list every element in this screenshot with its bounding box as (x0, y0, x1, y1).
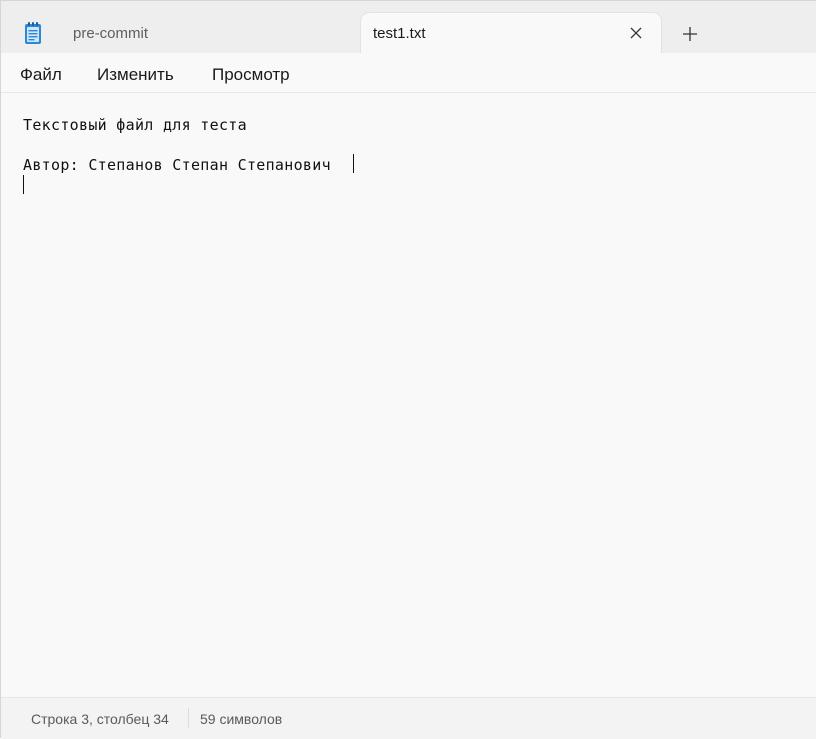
tab-label: pre-commit (73, 25, 149, 42)
text-editor[interactable]: Текстовый файл для теста Автор: Степанов… (1, 94, 816, 697)
close-icon[interactable] (627, 24, 645, 42)
tab-test1[interactable]: test1.txt (361, 13, 661, 54)
menu-file[interactable]: Файл (20, 65, 62, 85)
tab-pre-commit[interactable]: pre-commit (57, 13, 357, 53)
text-caret (353, 154, 354, 173)
tab-label: test1.txt (373, 25, 426, 42)
cursor-position: Строка 3, столбец 34 (31, 711, 169, 727)
notepad-window: pre-commit test1.txt Файл Изменить Просм… (0, 0, 816, 739)
menu-bar: Файл Изменить Просмотр (1, 53, 816, 93)
editor-line-1: Текстовый файл для теста (23, 116, 247, 134)
status-bar: Строка 3, столбец 34 59 символов (1, 697, 816, 739)
menu-view[interactable]: Просмотр (212, 65, 290, 85)
notepad-icon (23, 21, 43, 45)
menu-edit[interactable]: Изменить (97, 65, 174, 85)
text-caret (23, 175, 24, 194)
character-count: 59 символов (200, 711, 283, 727)
editor-line-3: Автор: Степанов Степан Степанович (23, 156, 331, 174)
tab-bar: pre-commit test1.txt (1, 1, 816, 54)
plus-icon[interactable] (679, 23, 701, 45)
status-divider (188, 708, 189, 728)
